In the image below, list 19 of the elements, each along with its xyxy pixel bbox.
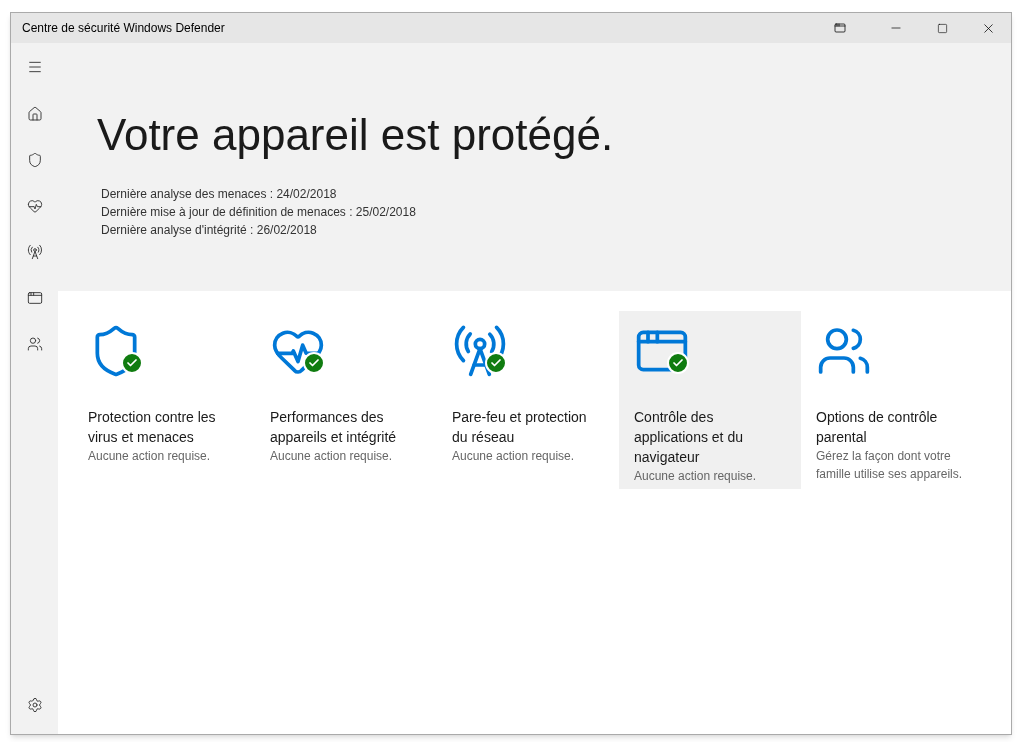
window-title: Centre de sécurité Windows Defender: [21, 20, 226, 37]
tile-status: Aucune action requise.: [634, 468, 757, 485]
tile-title: Protection contre les virus et menaces: [88, 408, 217, 447]
tile-status: Aucune action requise.: [270, 448, 393, 465]
tile-title: Options de contrôle parental: [816, 408, 939, 447]
tile-status: Gérez la façon dont votre famille utilise ses appareils.: [816, 448, 964, 483]
tile-status: Aucune action requise.: [452, 448, 575, 465]
window-icon: [834, 22, 846, 34]
category-tile[interactable]: Contrôle des applications et du navigateur Aucune action requise.: [619, 311, 801, 489]
tile-title: Contrôle des applications et du navigateur: [634, 408, 744, 467]
maximize-icon: [936, 22, 948, 34]
status-heading: Votre appareil est protégé.: [97, 109, 615, 161]
tile-title: Performances des appareils et intégrité: [270, 408, 398, 447]
scan-info-text: Dernière analyse d'intégrité : 26/02/2018: [101, 222, 318, 239]
scan-info-text: Dernière analyse des menaces : 24/02/2018: [101, 186, 338, 203]
antenna-icon: [452, 323, 508, 379]
tile-title: Pare-feu et protection du réseau: [452, 408, 588, 447]
scan-info-text: Dernière mise à jour de définition de menaces : 25/02/2018: [101, 204, 417, 221]
tile-status: Aucune action requise.: [88, 448, 211, 465]
